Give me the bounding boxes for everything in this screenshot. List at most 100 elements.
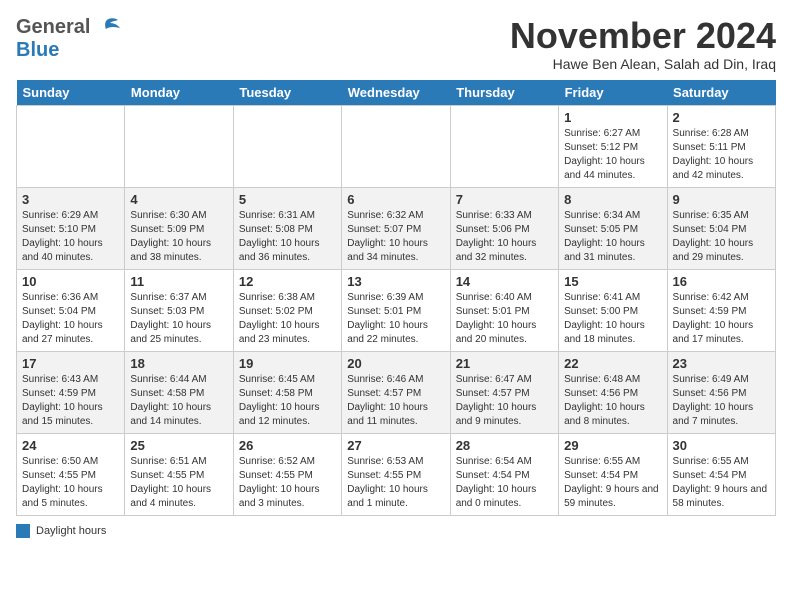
table-row: 28 Sunrise: 6:54 AM Sunset: 4:54 PM Dayli…: [450, 433, 558, 515]
calendar-week-row: 1 Sunrise: 6:27 AM Sunset: 5:12 PM Daylig…: [17, 105, 776, 187]
table-row: 4 Sunrise: 6:30 AM Sunset: 5:09 PM Daylig…: [125, 187, 233, 269]
day-number: 7: [456, 192, 553, 207]
location-title: Hawe Ben Alean, Salah ad Din, Iraq: [510, 56, 776, 72]
day-info: Sunrise: 6:32 AM Sunset: 5:07 PM Dayligh…: [347, 209, 444, 265]
day-number: 20: [347, 356, 444, 371]
table-row: [450, 105, 558, 187]
day-number: 19: [239, 356, 336, 371]
day-info: Sunrise: 6:37 AM Sunset: 5:03 PM Dayligh…: [130, 291, 227, 347]
calendar-week-row: 24 Sunrise: 6:50 AM Sunset: 4:55 PM Dayli…: [17, 433, 776, 515]
table-row: 2 Sunrise: 6:28 AM Sunset: 5:11 PM Daylig…: [667, 105, 775, 187]
day-info: Sunrise: 6:52 AM Sunset: 4:55 PM Dayligh…: [239, 455, 336, 511]
table-row: 15 Sunrise: 6:41 AM Sunset: 5:00 PM Dayli…: [559, 269, 667, 351]
day-number: 6: [347, 192, 444, 207]
day-number: 18: [130, 356, 227, 371]
table-row: 11 Sunrise: 6:37 AM Sunset: 5:03 PM Dayli…: [125, 269, 233, 351]
day-number: 15: [564, 274, 661, 289]
logo-blue-text: Blue: [16, 39, 59, 61]
footer-legend: Daylight hours: [16, 524, 776, 538]
day-number: 13: [347, 274, 444, 289]
table-row: 20 Sunrise: 6:46 AM Sunset: 4:57 PM Dayli…: [342, 351, 450, 433]
day-number: 17: [22, 356, 119, 371]
calendar-week-row: 3Sunrise: 6:29 AM Sunset: 5:10 PM Daylig…: [17, 187, 776, 269]
day-number: 23: [673, 356, 770, 371]
logo-general-text: General: [16, 16, 90, 39]
day-number: 26: [239, 438, 336, 453]
header-friday: Friday: [559, 80, 667, 106]
day-number: 16: [673, 274, 770, 289]
calendar-week-row: 10Sunrise: 6:36 AM Sunset: 5:04 PM Dayli…: [17, 269, 776, 351]
table-row: 10Sunrise: 6:36 AM Sunset: 5:04 PM Dayli…: [17, 269, 125, 351]
table-row: 13 Sunrise: 6:39 AM Sunset: 5:01 PM Dayli…: [342, 269, 450, 351]
table-row: [342, 105, 450, 187]
day-info: Sunrise: 6:53 AM Sunset: 4:55 PM Dayligh…: [347, 455, 444, 511]
legend-label: Daylight hours: [36, 525, 106, 537]
table-row: 8 Sunrise: 6:34 AM Sunset: 5:05 PM Daylig…: [559, 187, 667, 269]
day-info: Sunrise: 6:28 AM Sunset: 5:11 PM Dayligh…: [673, 127, 770, 183]
day-info: Sunrise: 6:38 AM Sunset: 5:02 PM Dayligh…: [239, 291, 336, 347]
day-number: 11: [130, 274, 227, 289]
day-number: 29: [564, 438, 661, 453]
header-thursday: Thursday: [450, 80, 558, 106]
day-number: 3: [22, 192, 119, 207]
table-row: 7 Sunrise: 6:33 AM Sunset: 5:06 PM Daylig…: [450, 187, 558, 269]
day-info: Sunrise: 6:27 AM Sunset: 5:12 PM Dayligh…: [564, 127, 661, 183]
day-number: 8: [564, 192, 661, 207]
day-info: Sunrise: 6:51 AM Sunset: 4:55 PM Dayligh…: [130, 455, 227, 511]
day-info: Sunrise: 6:55 AM Sunset: 4:54 PM Dayligh…: [673, 455, 770, 511]
day-number: 27: [347, 438, 444, 453]
header-monday: Monday: [125, 80, 233, 106]
day-info: Sunrise: 6:40 AM Sunset: 5:01 PM Dayligh…: [456, 291, 553, 347]
day-info: Sunrise: 6:39 AM Sunset: 5:01 PM Dayligh…: [347, 291, 444, 347]
day-number: 14: [456, 274, 553, 289]
day-info: Sunrise: 6:30 AM Sunset: 5:09 PM Dayligh…: [130, 209, 227, 265]
day-info: Sunrise: 6:50 AM Sunset: 4:55 PM Dayligh…: [22, 455, 119, 511]
table-row: 26 Sunrise: 6:52 AM Sunset: 4:55 PM Dayli…: [233, 433, 341, 515]
table-row: [125, 105, 233, 187]
day-number: 24: [22, 438, 119, 453]
day-number: 9: [673, 192, 770, 207]
table-row: 6 Sunrise: 6:32 AM Sunset: 5:07 PM Daylig…: [342, 187, 450, 269]
table-row: 12 Sunrise: 6:38 AM Sunset: 5:02 PM Dayli…: [233, 269, 341, 351]
day-info: Sunrise: 6:41 AM Sunset: 5:00 PM Dayligh…: [564, 291, 661, 347]
table-row: [233, 105, 341, 187]
day-info: Sunrise: 6:55 AM Sunset: 4:54 PM Dayligh…: [564, 455, 661, 511]
table-row: 27 Sunrise: 6:53 AM Sunset: 4:55 PM Dayli…: [342, 433, 450, 515]
day-number: 4: [130, 192, 227, 207]
table-row: 19 Sunrise: 6:45 AM Sunset: 4:58 PM Dayli…: [233, 351, 341, 433]
header-sunday: Sunday: [17, 80, 125, 106]
legend-color-box: [16, 524, 30, 538]
header: General Blue November 2024 Hawe Ben Alea…: [16, 16, 776, 72]
day-info: Sunrise: 6:43 AM Sunset: 4:59 PM Dayligh…: [22, 373, 119, 429]
table-row: 3Sunrise: 6:29 AM Sunset: 5:10 PM Daylig…: [17, 187, 125, 269]
table-row: 18 Sunrise: 6:44 AM Sunset: 4:58 PM Dayli…: [125, 351, 233, 433]
day-number: 28: [456, 438, 553, 453]
table-row: 29 Sunrise: 6:55 AM Sunset: 4:54 PM Dayli…: [559, 433, 667, 515]
day-number: 2: [673, 110, 770, 125]
table-row: 24 Sunrise: 6:50 AM Sunset: 4:55 PM Dayli…: [17, 433, 125, 515]
table-row: 17 Sunrise: 6:43 AM Sunset: 4:59 PM Dayli…: [17, 351, 125, 433]
table-row: 16 Sunrise: 6:42 AM Sunset: 4:59 PM Dayli…: [667, 269, 775, 351]
day-info: Sunrise: 6:46 AM Sunset: 4:57 PM Dayligh…: [347, 373, 444, 429]
day-info: Sunrise: 6:36 AM Sunset: 5:04 PM Dayligh…: [22, 291, 119, 347]
day-info: Sunrise: 6:47 AM Sunset: 4:57 PM Dayligh…: [456, 373, 553, 429]
table-row: 5Sunrise: 6:31 AM Sunset: 5:08 PM Daylig…: [233, 187, 341, 269]
day-info: Sunrise: 6:49 AM Sunset: 4:56 PM Dayligh…: [673, 373, 770, 429]
title-area: November 2024 Hawe Ben Alean, Salah ad D…: [510, 16, 776, 72]
header-saturday: Saturday: [667, 80, 775, 106]
day-info: Sunrise: 6:54 AM Sunset: 4:54 PM Dayligh…: [456, 455, 553, 511]
day-number: 1: [564, 110, 661, 125]
calendar-table: Sunday Monday Tuesday Wednesday Thursday…: [16, 80, 776, 516]
day-info: Sunrise: 6:44 AM Sunset: 4:58 PM Dayligh…: [130, 373, 227, 429]
table-row: 23 Sunrise: 6:49 AM Sunset: 4:56 PM Dayli…: [667, 351, 775, 433]
day-number: 25: [130, 438, 227, 453]
day-info: Sunrise: 6:42 AM Sunset: 4:59 PM Dayligh…: [673, 291, 770, 347]
calendar-week-row: 17 Sunrise: 6:43 AM Sunset: 4:59 PM Dayli…: [17, 351, 776, 433]
day-info: Sunrise: 6:33 AM Sunset: 5:06 PM Dayligh…: [456, 209, 553, 265]
day-number: 22: [564, 356, 661, 371]
day-info: Sunrise: 6:34 AM Sunset: 5:05 PM Dayligh…: [564, 209, 661, 265]
table-row: 30Sunrise: 6:55 AM Sunset: 4:54 PM Dayli…: [667, 433, 775, 515]
day-number: 12: [239, 274, 336, 289]
table-row: 22Sunrise: 6:48 AM Sunset: 4:56 PM Dayli…: [559, 351, 667, 433]
day-info: Sunrise: 6:45 AM Sunset: 4:58 PM Dayligh…: [239, 373, 336, 429]
